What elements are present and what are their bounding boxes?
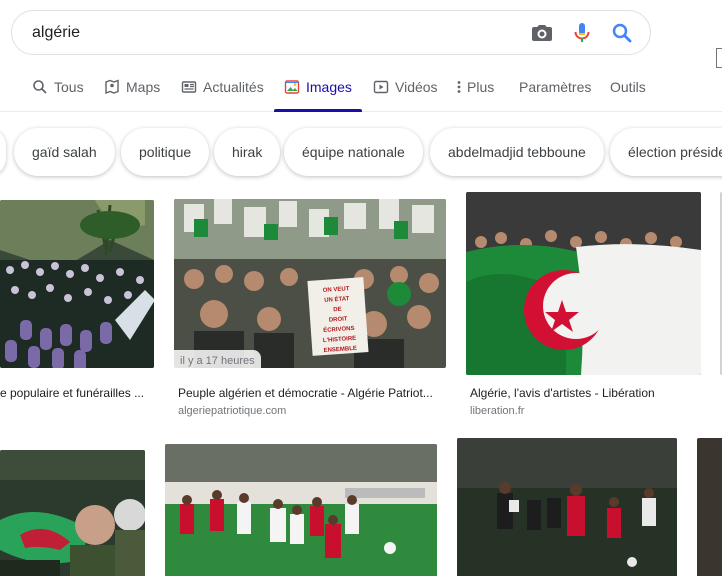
search-input[interactable] <box>32 22 512 44</box>
tab-maps[interactable]: Maps <box>104 64 160 110</box>
tab-label: Tous <box>54 79 84 95</box>
related-search-chips: gaïd salah politique hirak équipe nation… <box>0 128 722 176</box>
tab-more[interactable]: Plus <box>454 64 494 110</box>
microphone-icon[interactable] <box>570 21 594 45</box>
search-icon[interactable] <box>610 21 634 45</box>
chip[interactable]: abdelmadjid tebboune <box>430 128 604 176</box>
result-image[interactable]: ON VEUT UN ÉTAT DE DROIT ÉCRIVONS L'HIST… <box>174 199 446 368</box>
tab-images[interactable]: Images <box>274 64 362 112</box>
more-vert-icon <box>454 79 464 95</box>
search-icon <box>32 79 48 95</box>
tab-tools[interactable]: Outils <box>610 64 646 110</box>
result-image[interactable] <box>165 444 437 576</box>
tab-news[interactable]: Actualités <box>181 64 264 110</box>
tab-all[interactable]: Tous <box>32 64 84 110</box>
search-box[interactable] <box>11 10 651 55</box>
result-caption[interactable]: Algérie, l'avis d'artistes - Libération <box>470 385 700 401</box>
svg-text:DE: DE <box>333 307 342 314</box>
chip[interactable]: gaïd salah <box>14 128 115 176</box>
camera-icon[interactable] <box>530 21 554 45</box>
result-image[interactable] <box>466 192 701 375</box>
result-domain[interactable]: algeriepatriotique.com <box>178 404 286 418</box>
result-image[interactable] <box>457 438 677 576</box>
chip[interactable]: élection préside <box>610 128 722 176</box>
image-icon <box>284 79 300 95</box>
play-icon <box>373 79 389 95</box>
map-icon <box>104 79 120 95</box>
result-domain[interactable]: liberation.fr <box>470 404 524 418</box>
chip[interactable]: hirak <box>214 128 281 176</box>
tab-label: Images <box>306 79 352 95</box>
result-caption[interactable]: Peuple algérien et démocratie - Algérie … <box>178 385 442 401</box>
tab-videos[interactable]: Vidéos <box>373 64 438 110</box>
chip[interactable]: politique <box>121 128 210 176</box>
news-icon <box>181 79 197 95</box>
result-caption[interactable]: e populaire et funérailles ... <box>0 385 154 401</box>
tab-settings[interactable]: Paramètres <box>519 64 591 110</box>
chip-partial[interactable] <box>0 128 6 176</box>
result-image[interactable] <box>0 200 154 368</box>
time-badge: il y a 17 heures <box>174 350 261 372</box>
tab-label: Vidéos <box>395 79 438 95</box>
search-tabs: Tous Maps Actualités Images Vidéos Plus … <box>0 64 722 112</box>
tab-label: Maps <box>126 79 161 95</box>
chip[interactable]: équipe nationale <box>284 128 423 176</box>
tab-label: Plus <box>467 79 495 95</box>
tab-label: Paramètres <box>519 79 592 95</box>
tab-label: Actualités <box>203 79 264 95</box>
tab-label: Outils <box>610 79 646 95</box>
result-image-partial[interactable] <box>697 438 722 576</box>
result-image[interactable] <box>0 450 145 576</box>
